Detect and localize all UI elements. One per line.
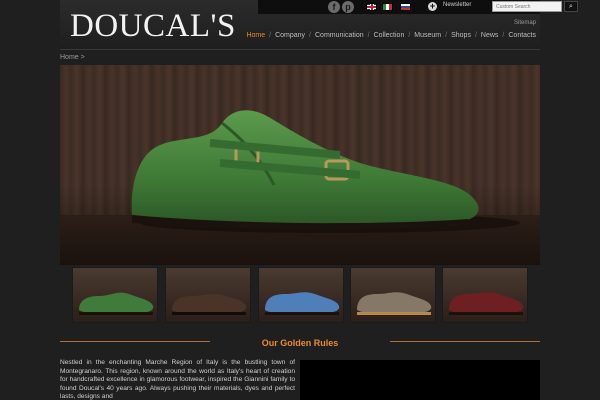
nav-company[interactable]: Company (275, 32, 305, 39)
top-utility-bar: f p + Newsletter ⌕ (258, 0, 578, 14)
facebook-icon[interactable]: f (328, 1, 340, 13)
nav-separator: / (408, 32, 411, 39)
search-button[interactable]: ⌕ (564, 1, 578, 12)
breadcrumb[interactable]: Home > (60, 54, 85, 61)
sitemap-link[interactable]: Sitemap (514, 20, 536, 26)
nav-separator: / (474, 32, 477, 39)
media-panel (300, 360, 540, 400)
intro-paragraph: Nestled in the enchanting Marche Region … (60, 359, 295, 400)
nav-shops[interactable]: Shops (451, 32, 471, 39)
thumbnail-1[interactable] (72, 267, 158, 323)
nav-contacts[interactable]: Contacts (508, 32, 536, 39)
green-monk-shoe-illustration (131, 110, 520, 233)
section-title: Our Golden Rules (261, 338, 339, 348)
search-input[interactable] (492, 1, 562, 12)
nav-separator: / (309, 32, 311, 39)
shoe-thumbnail-icon (79, 292, 154, 315)
site-header: DOUCAL'S f p + Newsletter ⌕ Sitemap Home… (60, 0, 578, 50)
thumbnail-5[interactable] (442, 267, 528, 323)
nav-collection[interactable]: Collection (374, 32, 405, 39)
newsletter-link[interactable]: Newsletter (443, 2, 471, 8)
nav-communication[interactable]: Communication (315, 32, 364, 39)
shoe-thumbnail-icon (265, 292, 340, 315)
hero-image (60, 65, 540, 265)
thumbnail-2[interactable] (165, 267, 251, 323)
page: DOUCAL'S f p + Newsletter ⌕ Sitemap Home… (0, 0, 600, 400)
nav-home[interactable]: Home (246, 32, 265, 39)
nav-separator: / (445, 32, 448, 39)
thumbnail-4[interactable] (350, 267, 436, 323)
nav-separator: / (502, 32, 505, 39)
flag-ru-icon[interactable] (400, 3, 411, 11)
pinterest-icon[interactable]: p (342, 1, 354, 13)
flag-it-icon[interactable] (382, 3, 393, 11)
nav-separator: / (269, 32, 272, 39)
nav-separator: / (367, 32, 370, 39)
nav-news[interactable]: News (481, 32, 499, 39)
shoe-thumbnail-icon (449, 292, 524, 315)
shoe-thumbnail-icon (357, 292, 432, 315)
logo[interactable]: DOUCAL'S (70, 8, 236, 44)
thumbnail-3[interactable] (258, 267, 344, 323)
main-nav: Home / Company / Communication / Collection / Mu… (246, 32, 536, 39)
flag-uk-icon[interactable] (366, 3, 377, 11)
shoe-thumbnail-icon (172, 293, 247, 315)
nav-museum[interactable]: Museum (414, 32, 441, 39)
plus-icon[interactable]: + (428, 2, 437, 11)
